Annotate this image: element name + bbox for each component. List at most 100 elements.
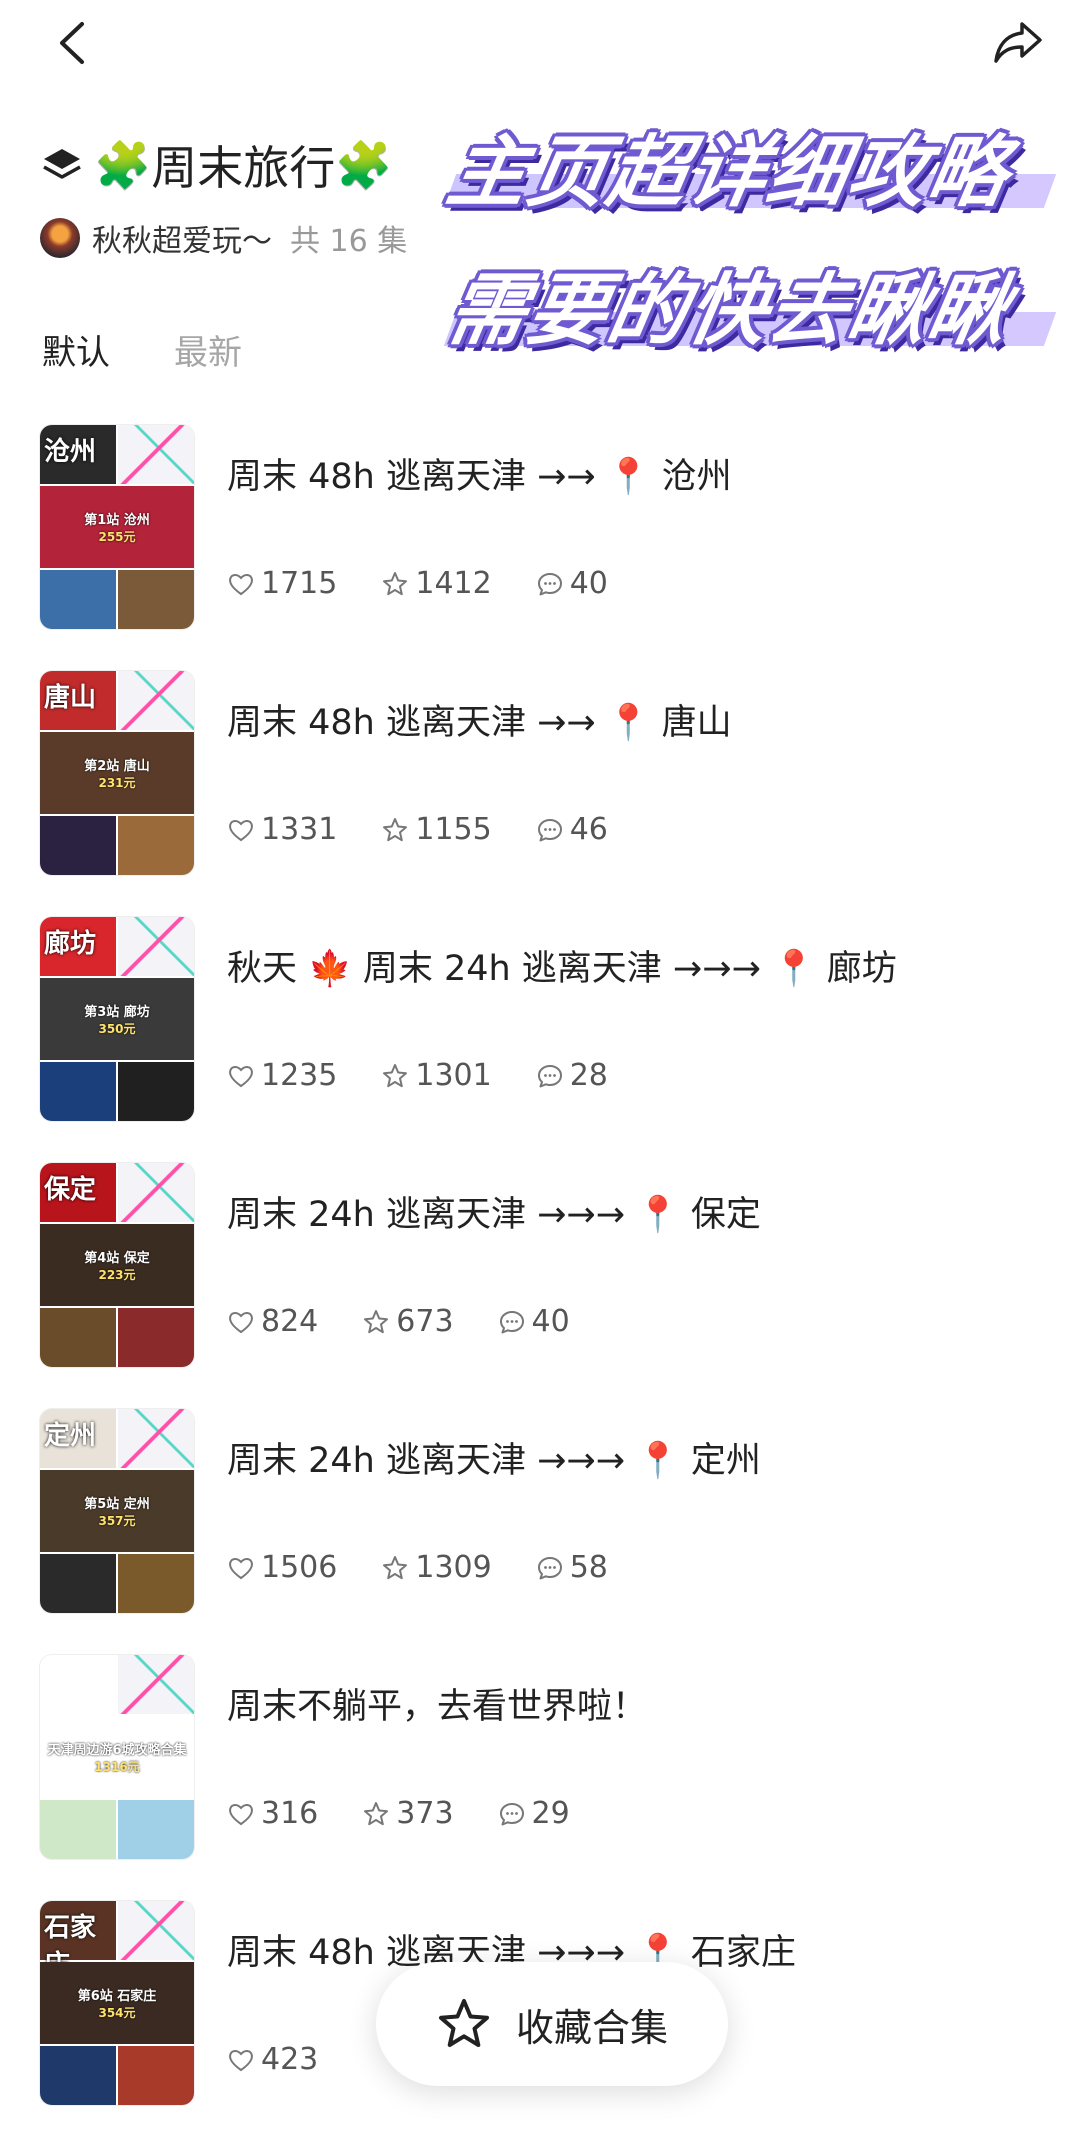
collection-header: 🧩 周末旅行 🧩 秋秋超爱玩～ 共 16 集 [40, 130, 460, 260]
save-collection-button[interactable]: 收藏合集 [376, 1962, 728, 2086]
star-stat[interactable]: 1309 [381, 1550, 492, 1585]
star-outline-icon [438, 1999, 489, 2047]
tab-latest[interactable]: 最新 [174, 325, 242, 374]
episode-stats: 316 373 29 [227, 1796, 614, 1831]
episode-title[interactable]: 周末 48h 逃离天津 →→ 📍 唐山 [227, 694, 732, 745]
like-count: 1331 [261, 812, 338, 847]
like-stat[interactable]: 1235 [227, 1058, 337, 1093]
thumb-caption: 第5站 定州 357元 [40, 1469, 194, 1553]
episode-title[interactable]: 周末 24h 逃离天津 →→→ 📍 保定 [227, 1186, 761, 1237]
thumb-caption: 第6站 石家庄 354元 [40, 1961, 194, 2045]
like-stat[interactable]: 1331 [227, 812, 337, 847]
author-row[interactable]: 秋秋超爱玩～ 共 16 集 [40, 216, 460, 260]
list-item[interactable]: 天津周边游6城攻略合集 1316元 周末不躺平，去看世界啦！ 316 373 2… [0, 1650, 1080, 1896]
like-stat[interactable]: 1715 [227, 566, 337, 601]
comment-count: 28 [569, 1058, 608, 1093]
list-item[interactable]: 廊坊 第3站 廊坊 350元 秋天 🍁 周末 24h 逃离天津 →→→ 📍 廊坊… [0, 912, 1080, 1158]
heart-icon [229, 1803, 253, 1825]
tab-default[interactable]: 默认 [42, 325, 110, 374]
thumb-station-label: 第4站 保定 [84, 1250, 150, 1266]
thumb-photo [118, 570, 194, 629]
thumb-photo: 保定 [40, 1163, 116, 1222]
thumb-map [118, 1409, 194, 1468]
comment-stat[interactable]: 29 [498, 1796, 570, 1831]
thumb-photo: 定州 [40, 1409, 116, 1468]
list-item[interactable]: 保定 第4站 保定 223元 周末 24h 逃离天津 →→→ 📍 保定 824 … [0, 1158, 1080, 1404]
episode-title[interactable]: 周末 48h 逃离天津 →→ 📍 沧州 [227, 448, 732, 499]
episode-title[interactable]: 周末 24h 逃离天津 →→→ 📍 定州 [227, 1432, 761, 1483]
comment-stat[interactable]: 28 [536, 1058, 608, 1093]
like-stat[interactable]: 824 [227, 1304, 318, 1339]
star-count: 1309 [415, 1550, 492, 1585]
star-stat[interactable]: 673 [362, 1304, 454, 1339]
like-count: 1506 [261, 1550, 338, 1585]
thumb-city-label: 唐山 [44, 683, 97, 713]
like-stat[interactable]: 1506 [227, 1550, 337, 1585]
sort-tabs: 默认 最新 [42, 325, 306, 374]
comment-stat[interactable]: 46 [536, 812, 608, 847]
puzzle-emoji-left: 🧩 [94, 137, 152, 192]
top-bar [0, 0, 1080, 90]
like-count: 1235 [261, 1058, 338, 1093]
like-count: 1715 [261, 566, 338, 601]
comment-icon [537, 818, 562, 841]
episode-thumbnail[interactable]: 保定 第4站 保定 223元 [40, 1163, 194, 1367]
list-item[interactable]: 唐山 第2站 唐山 231元 周末 48h 逃离天津 →→ 📍 唐山 1331 … [0, 666, 1080, 912]
banner-line-2: 需要的快去瞅瞅 [441, 248, 1057, 368]
episode-title[interactable]: 秋天 🍁 周末 24h 逃离天津 →→→ 📍 廊坊 [227, 940, 897, 991]
star-icon [383, 571, 408, 595]
thumb-photo: 唐山 [40, 671, 116, 730]
star-stat[interactable]: 1301 [381, 1058, 492, 1093]
thumb-map [118, 1655, 194, 1714]
thumb-price-label: 223元 [98, 1267, 136, 1282]
heart-icon [229, 1311, 253, 1333]
star-stat[interactable]: 1412 [381, 566, 492, 601]
episode-title[interactable]: 周末不躺平，去看世界啦！ [227, 1678, 647, 1729]
collection-title-text: 周末旅行 [151, 141, 336, 195]
banner-line-1: 主页超详细攻略 [441, 110, 1057, 230]
list-item[interactable]: 沧州 第1站 沧州 255元 周末 48h 逃离天津 →→ 📍 沧州 1715 … [0, 420, 1080, 666]
star-icon [383, 1555, 408, 1579]
thumb-map [118, 917, 194, 976]
episode-thumbnail[interactable]: 天津周边游6城攻略合集 1316元 [40, 1655, 194, 1859]
star-count: 1155 [415, 812, 492, 847]
comment-stat[interactable]: 40 [498, 1304, 570, 1339]
thumb-photo [40, 1800, 116, 1859]
episode-stats: 824 673 40 [227, 1304, 614, 1339]
thumb-photo [40, 816, 116, 875]
thumb-photo: 廊坊 [40, 917, 116, 976]
star-stat[interactable]: 1155 [381, 812, 492, 847]
thumb-city-label: 廊坊 [44, 929, 97, 959]
episode-stats: 1506 1309 58 [227, 1550, 652, 1585]
like-count: 824 [261, 1304, 319, 1339]
episode-thumbnail[interactable]: 廊坊 第3站 廊坊 350元 [40, 917, 194, 1121]
thumb-caption: 第3站 廊坊 350元 [40, 977, 194, 1061]
thumb-price-label: 1316元 [94, 1759, 140, 1774]
thumb-map [118, 1901, 194, 1960]
episode-thumbnail[interactable]: 定州 第5站 定州 357元 [40, 1409, 194, 1613]
star-count: 373 [396, 1796, 454, 1831]
star-stat[interactable]: 373 [362, 1796, 454, 1831]
episode-thumbnail[interactable]: 石家庄 第6站 石家庄 354元 [40, 1901, 194, 2105]
thumb-photo [40, 1062, 116, 1121]
back-arrow-icon[interactable] [50, 18, 100, 68]
episode-stats: 1715 1412 40 [227, 566, 652, 601]
avatar[interactable] [40, 218, 80, 258]
comment-icon [499, 1310, 524, 1333]
star-count: 1412 [415, 566, 492, 601]
heart-icon [229, 1557, 253, 1579]
share-icon[interactable] [990, 14, 1046, 70]
thumb-map [118, 425, 194, 484]
list-item[interactable]: 定州 第5站 定州 357元 周末 24h 逃离天津 →→→ 📍 定州 1506… [0, 1404, 1080, 1650]
episode-thumbnail[interactable]: 唐山 第2站 唐山 231元 [40, 671, 194, 875]
thumb-photo [40, 1308, 116, 1367]
episode-thumbnail[interactable]: 沧州 第1站 沧州 255元 [40, 425, 194, 629]
episode-stats: 1331 1155 46 [227, 812, 652, 847]
comment-stat[interactable]: 40 [536, 566, 608, 601]
comment-stat[interactable]: 58 [536, 1550, 608, 1585]
like-stat[interactable]: 423 [227, 2042, 318, 2077]
star-count: 673 [396, 1304, 454, 1339]
promo-banner: 主页超详细攻略 需要的快去瞅瞅 [441, 110, 1057, 386]
like-stat[interactable]: 316 [227, 1796, 318, 1831]
author-name[interactable]: 秋秋超爱玩～ [92, 216, 272, 260]
